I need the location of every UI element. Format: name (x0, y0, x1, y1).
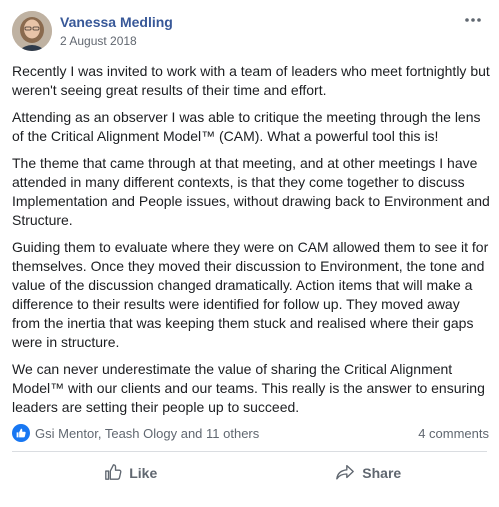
post-paragraph: The theme that came through at that meet… (12, 155, 490, 228)
more-options-icon[interactable] (461, 10, 485, 30)
action-bar: Like Share (12, 453, 487, 493)
share-label: Share (362, 465, 402, 481)
post-paragraph: We can never underestimate the value of … (12, 361, 485, 415)
thumbs-up-icon (104, 463, 129, 484)
avatar[interactable] (12, 11, 52, 51)
divider (12, 451, 487, 452)
post-paragraph: Recently I was invited to work with a te… (12, 63, 490, 98)
reactors-text[interactable]: Gsi Mentor, Teash Ology and 11 others (35, 426, 259, 441)
like-button[interactable]: Like (12, 453, 250, 493)
post-card: Vanessa Medling 2 August 2018 Recently I… (0, 0, 499, 507)
post-date[interactable]: 2 August 2018 (60, 33, 173, 49)
post-header: Vanessa Medling 2 August 2018 (12, 11, 173, 51)
share-button[interactable]: Share (250, 453, 488, 493)
comments-count[interactable]: 4 comments (418, 426, 489, 441)
like-label: Like (129, 465, 158, 481)
share-arrow-icon (335, 463, 362, 484)
author-name[interactable]: Vanessa Medling (60, 13, 173, 31)
post-paragraph: Attending as an observer I was able to c… (12, 109, 481, 144)
post-stats: Gsi Mentor, Teash Ology and 11 others 4 … (12, 423, 489, 443)
post-body: Recently I was invited to work with a te… (12, 62, 490, 425)
post-meta: Vanessa Medling 2 August 2018 (60, 13, 173, 49)
like-reaction-icon (12, 424, 30, 442)
post-paragraph: Guiding them to evaluate where they were… (12, 239, 489, 350)
reactions-summary[interactable]: Gsi Mentor, Teash Ology and 11 others (12, 424, 259, 442)
